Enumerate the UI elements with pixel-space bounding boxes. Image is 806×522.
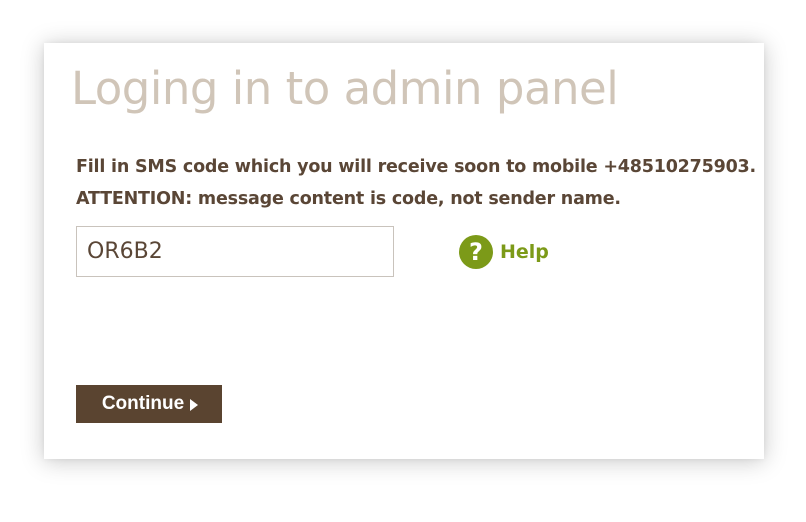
help-label: Help [500,241,549,263]
attention-line: ATTENTION: message content is code, not … [76,189,621,209]
page-title: Loging in to admin panel [71,62,619,115]
help-link[interactable]: ? Help [459,235,549,269]
sms-instruction-line: Fill in SMS code which you will receive … [76,157,756,177]
sms-code-input[interactable] [76,226,394,277]
triangle-right-icon [190,399,199,411]
continue-label: Continue [101,393,185,414]
question-mark-icon: ? [459,235,493,269]
instructions-text: Fill in SMS code which you will receive … [76,151,760,215]
login-panel: Loging in to admin panel Fill in SMS cod… [44,43,764,459]
continue-button[interactable]: Continue [76,385,222,423]
